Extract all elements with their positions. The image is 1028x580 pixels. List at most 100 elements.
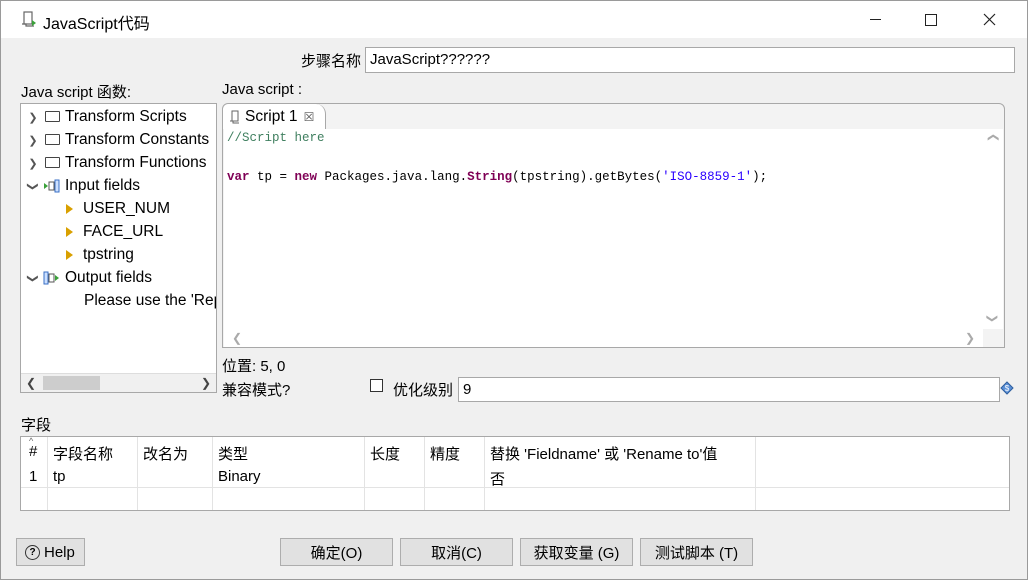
- tree-item-face-url[interactable]: FACE_URL: [66, 221, 163, 243]
- scroll-right-icon[interactable]: ❯: [201, 374, 211, 392]
- test-script-label: 测试脚本 (T): [654, 544, 739, 562]
- functions-tree[interactable]: ❯ Transform Scripts ❯ Transform Constants …: [20, 103, 217, 393]
- cancel-button[interactable]: 取消(C): [400, 538, 513, 566]
- fields-section-label: 字段: [21, 417, 52, 434]
- field-icon: [66, 250, 73, 260]
- script-icon: [21, 11, 37, 27]
- header-length[interactable]: 长度: [370, 443, 400, 464]
- maximize-button[interactable]: [903, 1, 959, 38]
- scroll-right-icon[interactable]: ❯: [965, 329, 975, 347]
- code-area[interactable]: //Script here var tp = new Packages.java…: [224, 129, 983, 329]
- ok-button[interactable]: 确定(O): [280, 538, 393, 566]
- scrollbar-thumb[interactable]: [43, 376, 100, 390]
- tree-item-transform-functions[interactable]: ❯ Transform Functions: [27, 152, 207, 174]
- variable-icon[interactable]: $: [1000, 381, 1014, 399]
- chevron-right-icon[interactable]: ❯: [27, 111, 39, 124]
- tree-item-transform-constants[interactable]: ❯ Transform Constants: [27, 129, 209, 151]
- optimization-level-label: 优化级别: [393, 382, 454, 399]
- field-icon: [66, 204, 73, 214]
- cell-replace[interactable]: 否: [490, 468, 505, 489]
- ok-label: 确定(O): [310, 544, 363, 562]
- get-variables-label: 获取变量 (G): [533, 544, 620, 562]
- cell-type[interactable]: Binary: [218, 468, 261, 485]
- editor-vertical-scrollbar[interactable]: ❯ ❯: [983, 129, 1003, 329]
- tree-item-user-num[interactable]: USER_NUM: [66, 198, 170, 220]
- tab-label: Script 1: [245, 107, 298, 125]
- test-script-button[interactable]: 测试脚本 (T): [640, 538, 753, 566]
- close-icon: [983, 13, 995, 26]
- help-icon: ?: [25, 544, 40, 560]
- tree-item-label: FACE_URL: [83, 223, 164, 240]
- minimize-icon: [869, 19, 881, 20]
- cell-field-name[interactable]: tp: [53, 468, 66, 485]
- get-variables-button[interactable]: 获取变量 (G): [520, 538, 633, 566]
- tree-item-label: USER_NUM: [83, 200, 170, 217]
- tree-item-input-fields[interactable]: ❯ Input fields: [27, 175, 140, 197]
- script-label: Java script :: [222, 81, 303, 98]
- type-string: String: [467, 170, 513, 184]
- chevron-down-icon[interactable]: ❯: [27, 272, 40, 284]
- maximize-icon: [925, 13, 937, 26]
- cursor-position: 位置: 5, 0: [222, 358, 286, 375]
- cancel-label: 取消(C): [431, 544, 482, 562]
- help-label: Help: [44, 543, 75, 561]
- output-fields-icon: [43, 271, 61, 285]
- tree-item-tpstring[interactable]: tpstring: [66, 244, 134, 266]
- script-editor-panel: Script 1 ☒ //Script here var tp = new Pa…: [222, 103, 1005, 348]
- string-literal: 'ISO-8859-1': [662, 170, 753, 184]
- tree-item-transform-scripts[interactable]: ❯ Transform Scripts: [27, 106, 187, 128]
- compat-mode-checkbox[interactable]: [370, 379, 383, 392]
- folder-icon: [45, 110, 60, 122]
- code-text: Packages.java.lang.: [317, 170, 468, 184]
- chevron-down-icon[interactable]: ❯: [27, 180, 40, 192]
- header-field-name[interactable]: 字段名称: [53, 443, 113, 464]
- dialog-window: JavaScript代码 步骤名称 JavaScript?????? Java …: [0, 0, 1028, 580]
- chevron-right-icon[interactable]: ❯: [27, 134, 39, 147]
- header-replace[interactable]: 替换 'Fieldname' 或 'Rename to'值: [490, 443, 717, 464]
- minimize-button[interactable]: [847, 1, 903, 38]
- scroll-left-icon[interactable]: ❮: [232, 329, 242, 347]
- compat-mode-label: 兼容模式?: [222, 382, 291, 399]
- step-name-label: 步骤名称: [301, 53, 362, 70]
- header-num[interactable]: #: [29, 443, 37, 460]
- title-bar: JavaScript代码: [1, 1, 1027, 38]
- tree-item-label: Transform Constants: [65, 131, 210, 148]
- fields-table: ^ # 字段名称 改名为 类型 长度 精度 替换 'Fieldname' 或 '…: [20, 436, 1010, 511]
- row-num: 1: [29, 468, 38, 485]
- tab-close-icon[interactable]: ☒: [304, 110, 315, 124]
- header-precision[interactable]: 精度: [430, 443, 460, 464]
- tree-item-label: Input fields: [65, 177, 140, 194]
- tree-item-label: Transform Functions: [65, 154, 207, 171]
- code-text: );: [752, 170, 768, 184]
- folder-icon: [45, 133, 60, 145]
- code-text: (tpstring).getBytes(: [512, 170, 663, 184]
- code-line-1: //Script here: [227, 131, 325, 145]
- tab-script-1[interactable]: Script 1 ☒: [223, 104, 326, 129]
- header-rename[interactable]: 改名为: [143, 443, 188, 464]
- close-button[interactable]: [961, 1, 1017, 38]
- step-name-input[interactable]: JavaScript??????: [365, 47, 1015, 73]
- tree-item-label: Transform Scripts: [65, 108, 187, 125]
- keyword-var: var: [227, 170, 250, 184]
- field-icon: [66, 227, 73, 237]
- window-title: JavaScript代码: [43, 16, 150, 33]
- tree-horizontal-scrollbar[interactable]: ❮ ❯: [21, 373, 216, 392]
- input-fields-icon: [43, 179, 61, 193]
- scroll-left-icon[interactable]: ❮: [26, 374, 36, 392]
- optimization-level-input[interactable]: 9: [458, 377, 1000, 402]
- tree-item-output-fields[interactable]: ❯ Output fields: [27, 267, 153, 289]
- help-button[interactable]: ? Help: [16, 538, 85, 566]
- folder-icon: [45, 156, 60, 168]
- tree-item-label: Please use the 'Replace value' option: [84, 292, 216, 309]
- header-type[interactable]: 类型: [218, 443, 248, 464]
- script-tab-icon: [229, 110, 241, 124]
- code-text: tp =: [249, 170, 295, 184]
- code-line-3: var tp = new Packages.java.lang.String(t…: [227, 170, 767, 184]
- scroll-down-icon[interactable]: ❯: [986, 314, 999, 323]
- chevron-right-icon[interactable]: ❯: [27, 157, 39, 170]
- tree-item-label: Output fields: [65, 269, 153, 286]
- editor-horizontal-scrollbar[interactable]: ❮ ❯: [224, 329, 983, 347]
- functions-label: Java script 函数:: [21, 84, 132, 101]
- tree-item-output-hint[interactable]: Please use the 'Replace value' option: [84, 290, 216, 312]
- scroll-up-icon[interactable]: ❯: [986, 133, 999, 142]
